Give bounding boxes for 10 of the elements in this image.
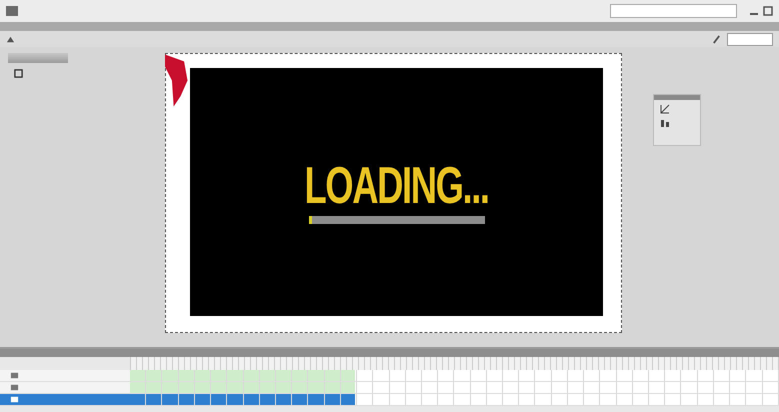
align-icon[interactable] bbox=[660, 118, 670, 128]
loading-title: LOADING... bbox=[304, 160, 489, 212]
panel-header bbox=[8, 53, 68, 63]
app-logo-icon bbox=[6, 6, 18, 16]
transform-icon[interactable] bbox=[660, 104, 670, 114]
maximize-icon[interactable] bbox=[763, 6, 773, 16]
search-field[interactable] bbox=[610, 4, 737, 18]
timeline-layer[interactable] bbox=[0, 394, 779, 406]
library-icon[interactable] bbox=[14, 69, 23, 78]
zoom-field[interactable] bbox=[727, 32, 773, 46]
